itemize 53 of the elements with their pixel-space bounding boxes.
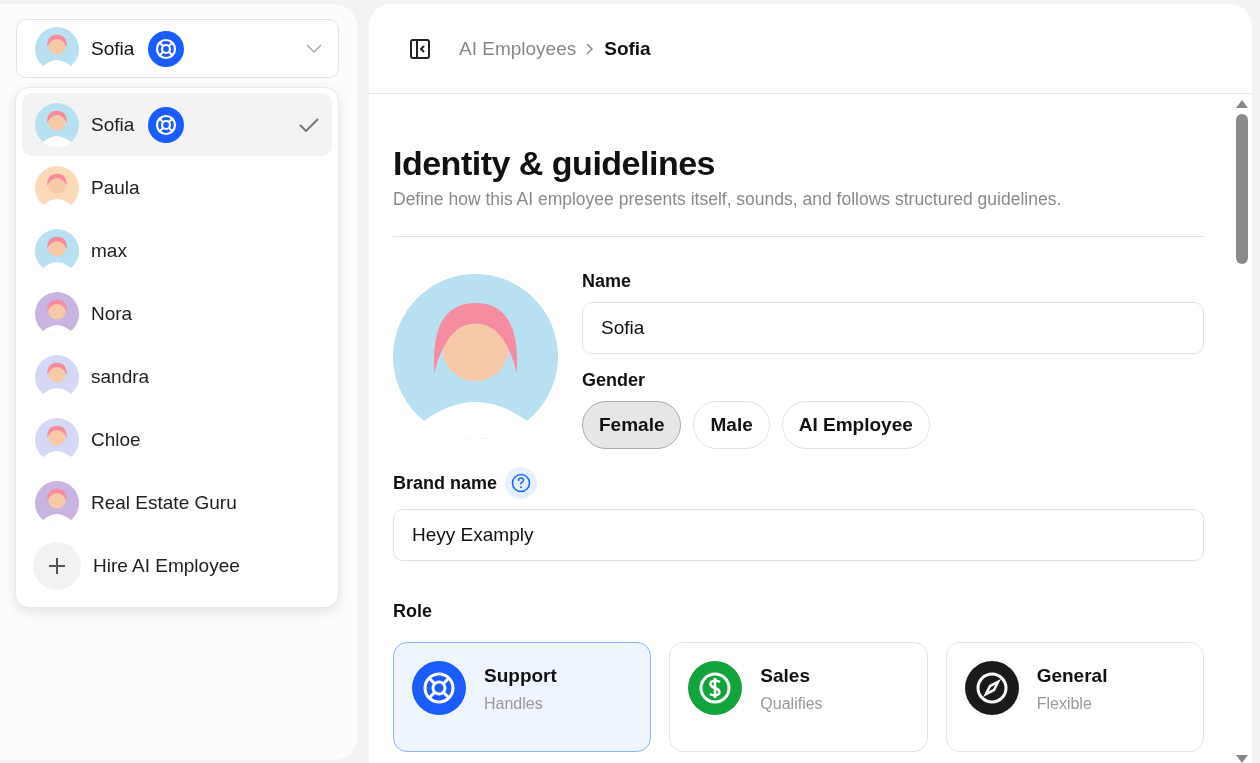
name-field[interactable]: Sofia — [582, 302, 1204, 354]
avatar — [35, 354, 79, 399]
check-icon — [299, 117, 319, 132]
scrollbar-thumb[interactable] — [1236, 114, 1248, 264]
field-label: Name — [582, 271, 633, 292]
dollar-icon — [688, 661, 743, 715]
avatar — [35, 480, 79, 525]
field-label: Role — [393, 601, 433, 622]
scroll-down-icon[interactable] — [1236, 755, 1248, 763]
lifebuoy-icon — [412, 661, 466, 715]
field-label: Brand name — [393, 472, 498, 494]
breadcrumb-current: Sofia — [604, 37, 651, 60]
breadcrumb-link[interactable]: AI Employees — [459, 37, 577, 60]
role-card[interactable]: Support Handles — [393, 642, 652, 752]
menu-item[interactable]: max — [22, 219, 332, 282]
chevron-down-icon — [306, 43, 322, 54]
hire-button[interactable]: Hire AI Employee — [22, 534, 332, 597]
role-title: Support — [484, 665, 557, 687]
avatar — [35, 417, 79, 462]
section-subtitle: Define how this AI employee presents itself, sounds, and follows structured guidelines. — [393, 189, 1063, 210]
menu-item[interactable]: Sofia — [22, 93, 332, 156]
lifebuoy-icon — [148, 30, 185, 67]
gender-option[interactable]: Female — [582, 401, 682, 449]
menu-item[interactable]: Paula — [22, 156, 332, 219]
menu-item[interactable]: Chloe — [22, 408, 332, 471]
role-description: Flexible — [1036, 695, 1093, 713]
employee-selector[interactable]: Sofia — [16, 19, 339, 78]
brand-name-field[interactable]: Heyy Examply — [393, 509, 1204, 561]
help-icon[interactable] — [505, 467, 538, 499]
menu-item[interactable]: Real Estate Guru — [22, 471, 332, 534]
avatar — [35, 291, 79, 336]
avatar — [35, 165, 79, 210]
compass-icon — [964, 661, 1019, 715]
role-title: General — [1036, 665, 1108, 687]
menu-item[interactable]: sandra — [22, 345, 332, 408]
role-card[interactable]: General Flexible — [945, 642, 1204, 752]
scroll-up-icon[interactable] — [1236, 100, 1248, 108]
chevron-right-icon — [586, 42, 595, 55]
field-label: Gender — [582, 370, 647, 391]
avatar — [35, 102, 79, 147]
lifebuoy-icon — [148, 106, 185, 143]
role-title: Sales — [760, 665, 811, 687]
gender-option[interactable]: AI Employee — [781, 401, 930, 449]
plus-icon — [33, 541, 81, 590]
role-description: Qualifies — [760, 695, 823, 713]
sidebar-toggle-icon[interactable] — [409, 37, 431, 60]
menu-item[interactable]: Nora — [22, 282, 332, 345]
role-card[interactable]: Sales Qualifies — [669, 642, 928, 752]
avatar — [35, 228, 79, 273]
section-title: Identity & guidelines — [393, 144, 716, 183]
role-description: Handles — [484, 695, 544, 713]
avatar — [35, 26, 79, 71]
gender-option[interactable]: Male — [693, 401, 770, 449]
